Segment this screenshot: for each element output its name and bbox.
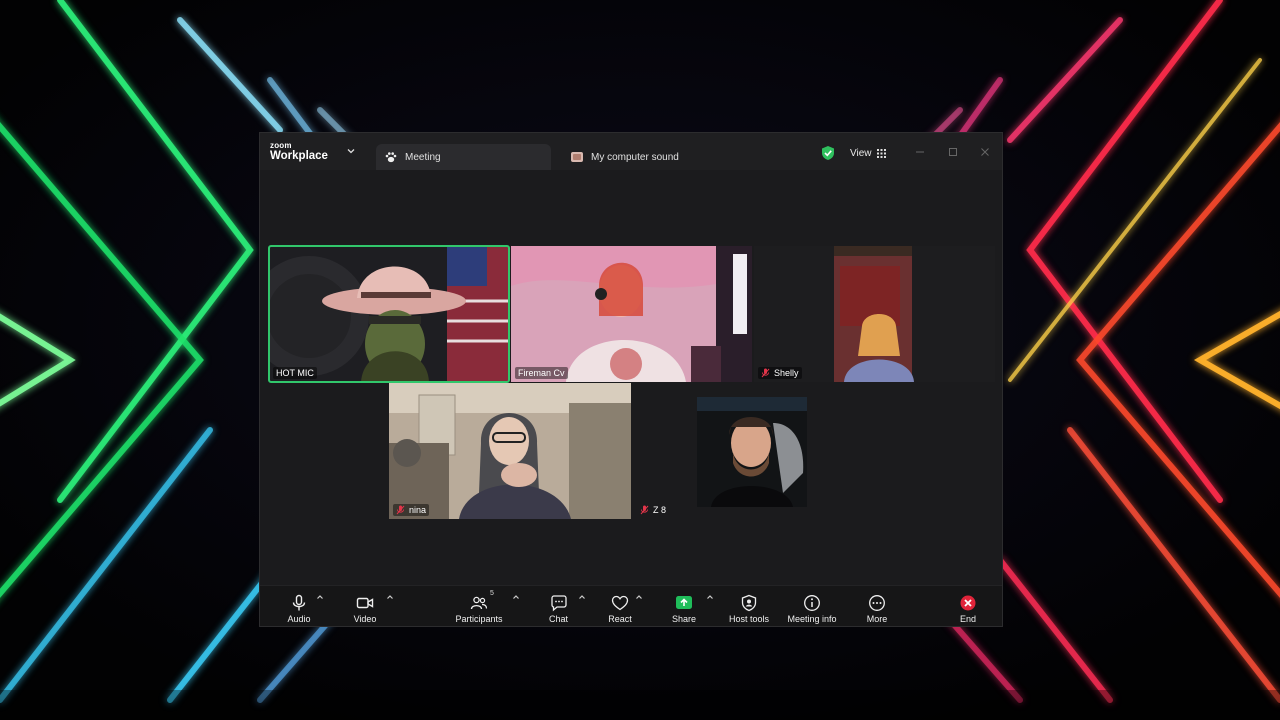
meeting-toolbar: Audio Video Participants 5 Chat React Sh… (260, 585, 1002, 626)
tab-sound-label: My computer sound (591, 151, 679, 163)
video-camera-icon (356, 597, 374, 609)
participants-label: Participants (455, 614, 503, 624)
tab-meeting-label: Meeting (405, 151, 441, 163)
view-label: View (850, 147, 872, 159)
mic-muted-icon (396, 505, 405, 515)
participant-name-tag: Fireman Cv (515, 367, 568, 379)
paw-icon (385, 152, 397, 163)
chat-label: Chat (548, 614, 568, 624)
share-options-caret-icon[interactable] (706, 594, 714, 600)
video-tile-shelly[interactable]: Shelly (754, 246, 995, 382)
video-tile-fireman-cv[interactable]: Fireman Cv (511, 246, 752, 382)
chevron-down-icon[interactable] (346, 146, 356, 156)
end-label: End (959, 614, 976, 624)
react-options-caret-icon[interactable] (635, 594, 643, 600)
participant-name-tag: Shelly (758, 367, 802, 379)
maximize-icon[interactable] (947, 146, 959, 158)
video-label: Video (353, 614, 377, 624)
participants-count-badge: 5 (490, 590, 494, 597)
participant-video (633, 383, 875, 519)
participant-name: Z 8 (653, 505, 667, 515)
participant-name-tag: Z 8 (637, 504, 669, 516)
chat-bubble-icon (550, 595, 567, 612)
meeting-info-button[interactable]: Meeting info (785, 588, 839, 624)
more-button[interactable]: More (864, 588, 890, 624)
end-meeting-button[interactable]: End (958, 588, 978, 624)
microphone-icon (292, 594, 306, 611)
participant-name: HOT MIC (276, 368, 314, 378)
chat-options-caret-icon[interactable] (578, 594, 586, 600)
host-tools-button[interactable]: Host tools (727, 588, 771, 624)
participants-button[interactable]: Participants (453, 588, 505, 624)
video-button[interactable]: Video (350, 588, 380, 624)
video-tile-z8[interactable]: Z 8 (633, 383, 875, 519)
video-tile-nina[interactable]: nina (389, 383, 631, 519)
heart-icon (611, 595, 629, 611)
participant-video (511, 246, 752, 382)
participant-video (269, 246, 509, 382)
info-icon (804, 595, 820, 611)
audio-label: Audio (287, 614, 311, 624)
participant-name-tag: HOT MIC (273, 367, 317, 379)
react-button[interactable]: React (606, 588, 634, 624)
video-options-caret-icon[interactable] (386, 594, 394, 600)
audio-options-caret-icon[interactable] (316, 594, 324, 600)
participant-name: Shelly (774, 368, 799, 378)
share-screen-icon (676, 596, 692, 609)
participant-video (389, 383, 631, 519)
tab-meeting[interactable]: Meeting (376, 144, 551, 170)
sound-share-icon (571, 152, 583, 162)
mic-muted-icon (761, 368, 770, 378)
minimize-icon[interactable] (914, 146, 926, 158)
view-button[interactable]: View (843, 143, 893, 163)
participant-name: nina (409, 505, 427, 515)
share-label: Share (671, 614, 697, 624)
participant-name-tag: nina (393, 504, 430, 516)
react-label: React (608, 614, 632, 624)
encryption-shield-icon[interactable] (821, 145, 835, 161)
share-button[interactable]: Share (670, 588, 698, 624)
audio-button[interactable]: Audio (284, 588, 314, 624)
more-label: More (866, 614, 888, 624)
title-bar: zoom Workplace Meeting My computer sound (260, 133, 1002, 170)
participants-icon (470, 596, 488, 610)
zoom-workplace-logo[interactable]: zoom Workplace (270, 142, 328, 163)
participants-options-caret-icon[interactable] (512, 594, 520, 600)
video-tile-hot-mic[interactable]: HOT MIC (269, 246, 509, 382)
participant-name: Fireman Cv (518, 368, 565, 378)
participant-video (754, 246, 995, 382)
end-meeting-icon (960, 595, 976, 611)
host-tools-shield-icon (741, 594, 757, 612)
tab-computer-sound[interactable]: My computer sound (562, 144, 762, 170)
grid-icon (876, 148, 886, 158)
mic-muted-icon (640, 505, 649, 515)
zoom-meeting-window: zoom Workplace Meeting My computer sound (259, 132, 1003, 627)
more-dots-icon (869, 595, 885, 611)
host-tools-label: Host tools (728, 614, 770, 624)
brand-top: zoom (270, 141, 292, 150)
chat-button[interactable]: Chat (546, 588, 571, 624)
close-icon[interactable] (979, 146, 991, 158)
meeting-info-label: Meeting info (787, 614, 837, 624)
brand-bottom: Workplace (270, 150, 328, 162)
